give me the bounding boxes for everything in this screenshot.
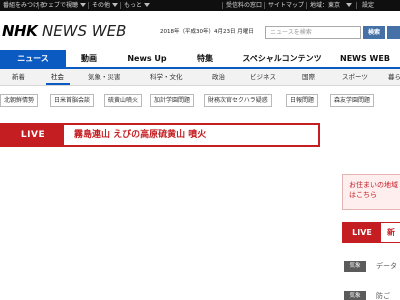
chevron-down-icon[interactable]: [144, 3, 150, 7]
topbar-divider: [356, 2, 357, 9]
topic-tag[interactable]: 加計学園問題: [150, 94, 195, 107]
sidebar-news-title[interactable]: データ: [376, 260, 397, 273]
topbar-divider: [264, 2, 265, 9]
category-lifestyle[interactable]: 暮らし: [388, 69, 400, 85]
sidebar-live-item[interactable]: LIVE 新: [342, 222, 400, 243]
main-nav-features[interactable]: 特集: [182, 50, 228, 67]
main-nav-news[interactable]: ニュース: [0, 50, 66, 67]
sidebar-news-item[interactable]: 気象 防ご: [342, 290, 400, 300]
category-navigation: 新着 社会 気象・災害 科学・文化 政治 ビジネス 国際 スポーツ 暮らし: [0, 69, 400, 86]
main-navigation: ニュース 動画 News Up 特集 スペシャルコンテンツ NEWS WEB: [0, 50, 400, 69]
header-side-tab[interactable]: [387, 26, 400, 39]
category-badge: 気象: [344, 261, 366, 272]
search-input[interactable]: [265, 26, 361, 39]
category-badge: 気象: [344, 291, 366, 300]
sidebar-news-item[interactable]: 気象 データ: [342, 260, 400, 273]
topic-tag[interactable]: 財務次官セクハラ疑惑: [204, 94, 272, 107]
topbar-divider: [222, 2, 223, 9]
sidebar-news-title[interactable]: 防ご: [376, 290, 390, 300]
topbar-divider: [306, 2, 307, 9]
topbar-divider: [120, 2, 121, 9]
category-weather-disaster[interactable]: 気象・災害: [88, 69, 121, 85]
topbar-link-fee-window[interactable]: 受信料の窓口: [226, 1, 262, 10]
topic-tag[interactable]: 硫黄山噴火: [104, 94, 143, 107]
current-date: 2018年（平成30年）4月23日 月曜日: [160, 29, 254, 35]
site-header: NHK NEWS WEB 2018年（平成30年）4月23日 月曜日 検索: [0, 11, 400, 50]
chevron-down-icon[interactable]: [346, 3, 352, 7]
topbar-divider: [38, 2, 39, 9]
local-area-link[interactable]: お住まいの地域 はこちら: [342, 174, 400, 210]
sidebar-live-title[interactable]: 新: [387, 223, 395, 242]
global-top-bar: 番組をみつける ウェブで視聴 その他 もっと 受信料の窓口 サイトマップ 地域：…: [0, 0, 400, 11]
live-badge: LIVE: [2, 125, 64, 145]
category-international[interactable]: 国際: [302, 69, 315, 85]
category-politics[interactable]: 政治: [212, 69, 225, 85]
category-new[interactable]: 新着: [12, 69, 25, 85]
topbar-link-watch-online[interactable]: ウェブで視聴: [42, 1, 78, 10]
topbar-link-others[interactable]: その他: [92, 1, 110, 10]
topic-tag[interactable]: 北朝鮮情勢: [0, 94, 39, 107]
topic-tag[interactable]: 日報問題: [286, 94, 319, 107]
topic-tag[interactable]: 森友学園問題: [330, 94, 375, 107]
topbar-link-settings[interactable]: 設定: [362, 1, 374, 10]
chevron-down-icon[interactable]: [112, 3, 118, 7]
search-button[interactable]: 検索: [363, 26, 385, 39]
main-nav-special-contents[interactable]: スペシャルコンテンツ: [228, 50, 336, 67]
topbar-link-more[interactable]: もっと: [124, 1, 142, 10]
main-nav-video[interactable]: 動画: [66, 50, 112, 67]
chevron-down-icon[interactable]: [80, 3, 86, 7]
nhk-news-web-logo[interactable]: NHK NEWS WEB: [2, 24, 126, 39]
logo-nhk-text: NHK: [2, 22, 38, 40]
category-science-culture[interactable]: 科学・文化: [150, 69, 183, 85]
topic-tags: 北朝鮮情勢 日米首脳会談 硫黄山噴火 加計学園問題 財務次官セクハラ疑惑 日報問…: [0, 94, 400, 107]
sidebar-live-badge: LIVE: [343, 223, 381, 242]
topbar-divider: [88, 2, 89, 9]
category-sports[interactable]: スポーツ: [342, 69, 368, 85]
logo-news-web-text: NEWS WEB: [41, 22, 127, 40]
category-business[interactable]: ビジネス: [250, 69, 276, 85]
local-area-text-line1: お住まいの地域: [349, 181, 398, 189]
main-nav-news-web[interactable]: NEWS WEB: [336, 50, 400, 67]
live-banner[interactable]: LIVE 霧島連山 えびの高原硫黄山 噴火: [0, 123, 320, 147]
topbar-region-selector[interactable]: 地域：東京: [310, 1, 340, 10]
local-area-text-line2: はこちら: [349, 191, 377, 199]
main-nav-news-up[interactable]: News Up: [112, 50, 182, 67]
live-headline[interactable]: 霧島連山 えびの高原硫黄山 噴火: [74, 125, 206, 145]
active-category-indicator: [46, 83, 70, 85]
topic-tag[interactable]: 日米首脳会談: [50, 94, 95, 107]
topbar-link-sitemap[interactable]: サイトマップ: [268, 1, 304, 10]
